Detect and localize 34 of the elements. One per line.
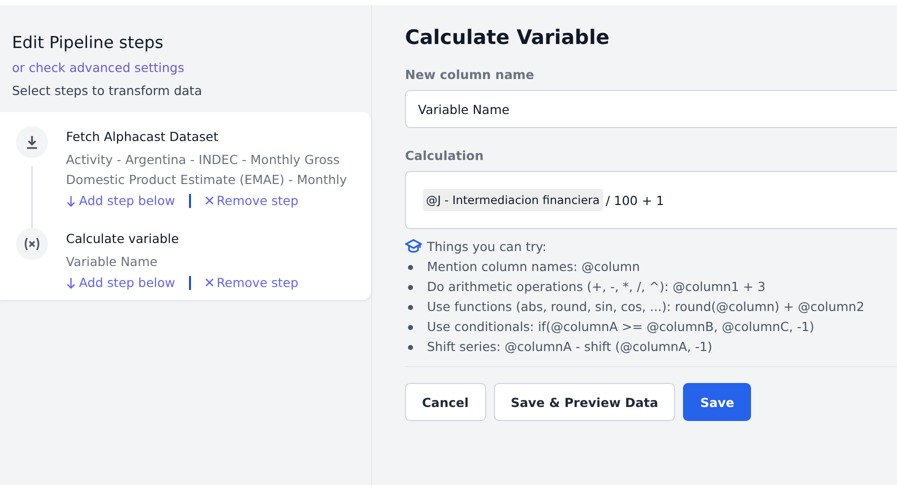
remove-step-link[interactable]: Remove step xyxy=(204,193,298,208)
formula-text: / 100 + 1 xyxy=(606,192,664,208)
close-icon xyxy=(204,196,214,205)
tip-text: Mention column names: @column xyxy=(427,258,640,276)
tip-text: Shift series: @columnA - shift (@columnA, -1) xyxy=(427,338,712,356)
calculation-field[interactable]: @J - Intermediacion financiera / 100 + 1 xyxy=(405,171,897,229)
remove-step-link[interactable]: Remove step xyxy=(204,275,298,290)
column-name-field[interactable]: Variable Name xyxy=(405,90,897,128)
step-description: Variable Name xyxy=(66,253,158,271)
tips-title: Things you can try: xyxy=(427,239,546,254)
advanced-settings-link[interactable]: or check advanced settings xyxy=(12,60,359,75)
sidebar-title: Edit Pipeline steps xyxy=(12,33,164,52)
field-label: New column name xyxy=(405,67,536,82)
step-title[interactable]: Calculate variable xyxy=(66,231,356,246)
graduation-cap-icon xyxy=(405,239,422,254)
add-step-link[interactable]: Add step below xyxy=(66,193,176,208)
field-label: Calculation xyxy=(405,148,485,163)
sidebar-subtitle: Select steps to transform data xyxy=(12,83,203,98)
step-description: Activity - Argentina - INDEC - Monthly Gross Domestic Product Estimate (EMAE) - Monthly xyxy=(66,151,348,189)
tip-text: Use functions (abs, round, sin, cos, ...): round(@column) + @column2 xyxy=(427,298,864,316)
variable-icon xyxy=(16,228,48,260)
secondary-button[interactable]: Save & Preview Data xyxy=(494,383,676,421)
form-title: Calculate Variable xyxy=(405,25,610,49)
add-step-link[interactable]: Add step below xyxy=(66,275,176,290)
tip-text: Do arithmetic operations (+, -, *, /, ^): @column1 + 3 xyxy=(427,278,766,296)
save-button[interactable]: Save xyxy=(683,383,752,421)
arrow-down-icon xyxy=(66,276,76,288)
column-mention: @J - Intermediacion financiera xyxy=(423,189,603,211)
download-icon xyxy=(16,126,48,158)
step-title[interactable]: Fetch Alphacast Dataset xyxy=(66,129,356,144)
tip-text: Use conditionals: if(@columnA >= @columnB, @columnC, -1) xyxy=(427,318,814,336)
secondary-button[interactable]: Cancel xyxy=(405,383,486,421)
close-icon xyxy=(204,278,214,287)
arrow-down-icon xyxy=(66,194,76,206)
